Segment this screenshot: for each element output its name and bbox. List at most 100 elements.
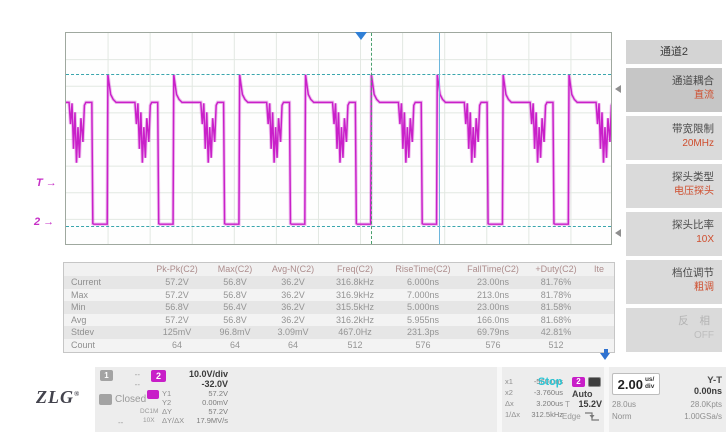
trigger-level-marker[interactable]: T →: [36, 177, 57, 189]
row-label: Avg: [64, 314, 148, 327]
menu-items: 通道耦合直流带宽限制20MHz探头类型电压探头探头比率10X档位调节粗调反 相O…: [626, 68, 722, 356]
cell-value: 316.9kHz: [322, 289, 388, 302]
cell-value: 36.2V: [264, 276, 322, 289]
dx-label: Δx: [505, 399, 514, 408]
cell-value: 7.000ns: [388, 289, 458, 302]
window-length: 28.0us: [612, 400, 636, 409]
sidebar-item-scale-adjust[interactable]: 档位调节粗调: [626, 260, 722, 304]
timebase-unit: us/div: [645, 377, 654, 391]
timebase-value: 2.00: [618, 377, 643, 392]
cursor-x2-row: x2-3.760us: [505, 388, 563, 397]
timebase-box[interactable]: 2.00 us/div: [612, 373, 660, 395]
cell-value: 467.0Hz: [322, 326, 388, 339]
channel1-badge[interactable]: 1: [100, 370, 113, 381]
cell-value: 57.2V: [148, 314, 206, 327]
sidebar-item-probe-ratio[interactable]: 探头比率10X: [626, 212, 722, 256]
column-header: Max(C2): [206, 263, 264, 276]
chevron-left-icon: [615, 85, 621, 93]
channel1-state: Closed: [115, 394, 146, 405]
cell-value: 3.09mV: [264, 326, 322, 339]
slope-value: 17.9MV/s: [196, 416, 228, 425]
cell-value: 36.2V: [264, 301, 322, 314]
slope-label: ΔY/ΔX: [162, 416, 184, 425]
table-row: Max57.2V56.8V36.2V316.9kHz7.000ns213.0ns…: [64, 289, 614, 302]
display-icon: [588, 377, 601, 387]
cell-value: 96.8mV: [206, 326, 264, 339]
cell-value: 81.58%: [528, 301, 584, 314]
falling-edge-icon: [583, 411, 601, 422]
column-header: Ite: [584, 263, 614, 276]
cell-empty: [584, 276, 614, 289]
logo-reg-mark: ®: [74, 390, 80, 398]
cell-value: 166.0ns: [458, 314, 528, 327]
horizontal-delay[interactable]: 0.00ns: [670, 386, 722, 396]
cursor-y1-row: Y157.2V: [162, 389, 228, 398]
menu-title: 通道2: [626, 40, 722, 64]
channel2-scale[interactable]: 10.0V/div: [170, 369, 228, 379]
acquisition-window-row: 28.0us28.0Kpts: [612, 400, 722, 409]
channel2-badge[interactable]: 2: [151, 370, 166, 382]
channel2-ground-marker[interactable]: 2 →: [34, 216, 54, 228]
y1-label: Y1: [162, 389, 171, 398]
sidebar-item-invert[interactable]: 反 相OFF: [626, 308, 722, 352]
cell-value: 81.76%: [528, 276, 584, 289]
cell-value: 81.68%: [528, 314, 584, 327]
trigger-position-icon[interactable]: [355, 32, 367, 40]
arrow-head: [600, 353, 610, 360]
sidebar-item-bandwidth[interactable]: 带宽限制20MHz: [626, 116, 722, 160]
cursor-slope-row: ΔY/ΔX 17.9MV/s: [162, 416, 228, 425]
cell-value: 23.00ns: [458, 276, 528, 289]
sidebar-item-coupling[interactable]: 通道耦合直流: [626, 68, 722, 112]
x2-value: -3.760us: [534, 388, 563, 397]
cell-value: 316.8kHz: [322, 276, 388, 289]
column-header: Freq(C2): [322, 263, 388, 276]
column-header: Avg-N(C2): [264, 263, 322, 276]
sidebar-item-probe-type[interactable]: 探头类型电压探头: [626, 164, 722, 208]
cell-value: 5.955ns: [388, 314, 458, 327]
column-header: FallTime(C2): [458, 263, 528, 276]
cell-value: 42.81%: [528, 326, 584, 339]
row-label: Max: [64, 289, 148, 302]
menu-item-label: 档位调节: [626, 266, 714, 280]
cursor-dx-row: Δx 3.200us: [505, 399, 563, 408]
dx-value: 3.200us: [536, 399, 563, 408]
table-row: Count646464512576576512: [64, 339, 614, 352]
menu-item-label: 反 相: [626, 314, 714, 328]
acquisition-mode-row: Norm1.00GSa/s: [612, 412, 722, 421]
channel1-offset: --: [115, 380, 140, 389]
cell-value: 36.2V: [264, 314, 322, 327]
cell-value: 36.2V: [264, 289, 322, 302]
cursor-source-badge: [147, 390, 159, 399]
cursor-y2-row: Y20.00mV: [162, 398, 228, 407]
menu-item-value: 电压探头: [626, 184, 714, 200]
cell-value: 316.2kHz: [322, 314, 388, 327]
finv-value: 312.5kHz: [531, 410, 563, 419]
cell-value: 64: [148, 339, 206, 352]
channel2-probe-info: 10X: [143, 417, 155, 424]
cell-value: 576: [388, 339, 458, 352]
column-header: RiseTime(C2): [388, 263, 458, 276]
cell-empty: [584, 314, 614, 327]
table-row: Current57.2V56.8V36.2V316.8kHz6.000ns23.…: [64, 276, 614, 289]
cell-value: 5.000ns: [388, 301, 458, 314]
channel2-offset[interactable]: -32.0V: [170, 379, 228, 389]
trigger-type[interactable]: Edge: [562, 412, 581, 421]
y2-cursor-line[interactable]: [66, 226, 611, 227]
cell-value: 23.00ns: [458, 301, 528, 314]
cursor-dy-row: ΔY57.2V: [162, 407, 228, 416]
y1-cursor-line[interactable]: [66, 74, 611, 75]
cell-value: 56.8V: [206, 314, 264, 327]
trigger-mode[interactable]: Auto: [572, 389, 593, 399]
cell-empty: [584, 326, 614, 339]
run-state[interactable]: Stop: [538, 376, 562, 388]
trigger-level-value[interactable]: 15.2V: [560, 399, 602, 409]
x-cursor-line[interactable]: [371, 33, 372, 244]
cell-empty: [584, 301, 614, 314]
menu-item-label: 探头比率: [626, 218, 714, 232]
x-marker-line[interactable]: [439, 33, 440, 244]
table-scroll-down-icon[interactable]: [600, 349, 611, 360]
unit-bottom: div: [645, 383, 654, 390]
menu-item-label: 通道耦合: [626, 74, 714, 88]
menu-item-label: 探头类型: [626, 170, 714, 184]
separator: [497, 367, 502, 432]
